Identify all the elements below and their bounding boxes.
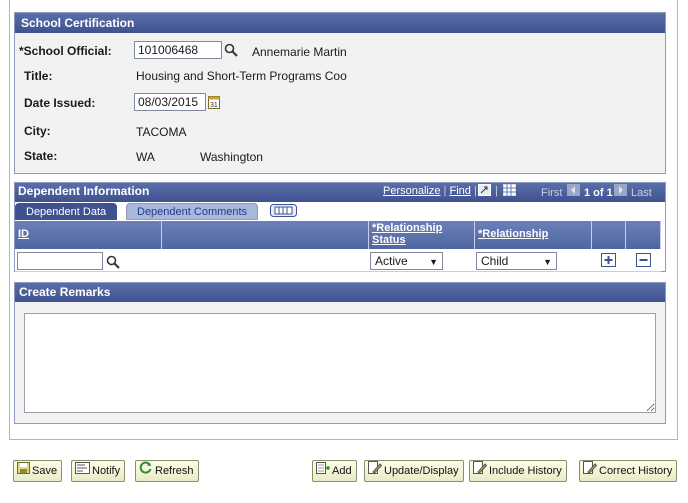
refresh-button[interactable]: Refresh xyxy=(135,460,199,482)
school-official-name: Annemarie Martin xyxy=(252,45,347,59)
separator: | xyxy=(443,185,447,197)
dependent-id-input[interactable] xyxy=(17,252,103,270)
personalize-link[interactable]: Personalize xyxy=(383,185,440,197)
correct-history-button[interactable]: Correct History xyxy=(579,460,678,482)
show-all-columns-icon[interactable] xyxy=(270,204,297,220)
separator: | xyxy=(473,185,477,197)
date-issued-label: Date Issued: xyxy=(24,96,96,110)
grid-nav: Personalize | Find | xyxy=(383,185,477,197)
delete-row-icon[interactable] xyxy=(636,253,651,270)
separator: | xyxy=(495,185,498,197)
state-name: Washington xyxy=(200,150,263,164)
button-label: Add xyxy=(332,465,352,477)
tab-label: Dependent Data xyxy=(26,206,107,218)
add-button[interactable]: Add xyxy=(312,460,357,482)
notify-icon xyxy=(75,461,90,481)
save-icon xyxy=(17,461,30,481)
include-history-button[interactable]: Include History xyxy=(469,460,567,482)
save-button[interactable]: Save xyxy=(13,460,63,482)
relationship-select[interactable]: Child ▼ xyxy=(476,252,557,270)
download-grid-icon[interactable] xyxy=(503,184,516,199)
button-label: Correct History xyxy=(599,465,673,477)
button-label: Update/Display xyxy=(384,465,459,477)
update-display-button[interactable]: Update/Display xyxy=(364,460,464,482)
prev-arrow-icon[interactable] xyxy=(567,184,580,199)
last-label[interactable]: Last xyxy=(631,187,652,199)
svg-text:31: 31 xyxy=(210,102,218,109)
city-label: City: xyxy=(24,124,51,138)
school-certification-section: School Certification xyxy=(14,12,666,174)
column-blank xyxy=(162,221,369,249)
column-label: *Relationship xyxy=(372,222,443,234)
remarks-textarea[interactable] xyxy=(24,313,656,413)
school-official-input[interactable] xyxy=(134,41,222,59)
view-all-icon[interactable] xyxy=(478,184,491,199)
add-row-icon[interactable] xyxy=(601,253,616,270)
pencil-icon xyxy=(368,461,383,481)
select-value: Child xyxy=(481,254,509,268)
section-header: Create Remarks xyxy=(15,283,665,302)
refresh-icon xyxy=(139,461,153,481)
city-value: TACOMA xyxy=(136,125,187,139)
first-label[interactable]: First xyxy=(541,187,562,199)
column-delete xyxy=(626,221,661,249)
notify-button[interactable]: Notify xyxy=(71,460,126,482)
button-label: Include History xyxy=(489,465,562,477)
title-value: Housing and Short-Term Programs Coo xyxy=(136,69,347,83)
column-relationship-status[interactable]: *Relationship Status xyxy=(369,221,475,249)
page-info: 1 of 1 xyxy=(584,187,613,199)
chevron-down-icon: ▼ xyxy=(543,257,552,267)
state-label: State: xyxy=(24,149,58,163)
column-label: ID xyxy=(18,228,29,240)
column-label: Status xyxy=(372,234,406,246)
next-arrow-icon[interactable] xyxy=(614,184,627,199)
title-label: Title: xyxy=(24,69,53,83)
relationship-status-select[interactable]: Active ▼ xyxy=(370,252,443,270)
state-code: WA xyxy=(136,150,155,164)
button-label: Refresh xyxy=(155,465,194,477)
tab-label: Dependent Comments xyxy=(137,206,248,218)
button-label: Notify xyxy=(92,465,121,477)
add-icon xyxy=(316,461,330,481)
select-value: Active xyxy=(375,254,408,268)
chevron-down-icon: ▼ xyxy=(429,257,438,267)
search-icon[interactable] xyxy=(224,43,238,57)
tab-dependent-data[interactable]: Dependent Data xyxy=(15,203,118,220)
include-history-icon xyxy=(473,461,488,481)
correct-history-icon xyxy=(583,461,598,481)
column-relationship[interactable]: *Relationship xyxy=(475,221,592,249)
date-issued-input[interactable] xyxy=(134,93,206,111)
button-label: Save xyxy=(32,465,58,477)
section-header: School Certification xyxy=(15,13,665,33)
search-icon[interactable] xyxy=(106,255,120,269)
tab-dependent-comments[interactable]: Dependent Comments xyxy=(126,203,259,220)
find-link[interactable]: Find xyxy=(449,185,470,197)
dependent-title: Dependent Information xyxy=(18,184,150,198)
column-add xyxy=(592,221,626,249)
column-id[interactable]: ID xyxy=(15,221,162,249)
column-label: *Relationship xyxy=(478,228,549,240)
calendar-icon[interactable]: 31 xyxy=(208,95,220,112)
school-official-label: *School Official: xyxy=(19,44,112,58)
